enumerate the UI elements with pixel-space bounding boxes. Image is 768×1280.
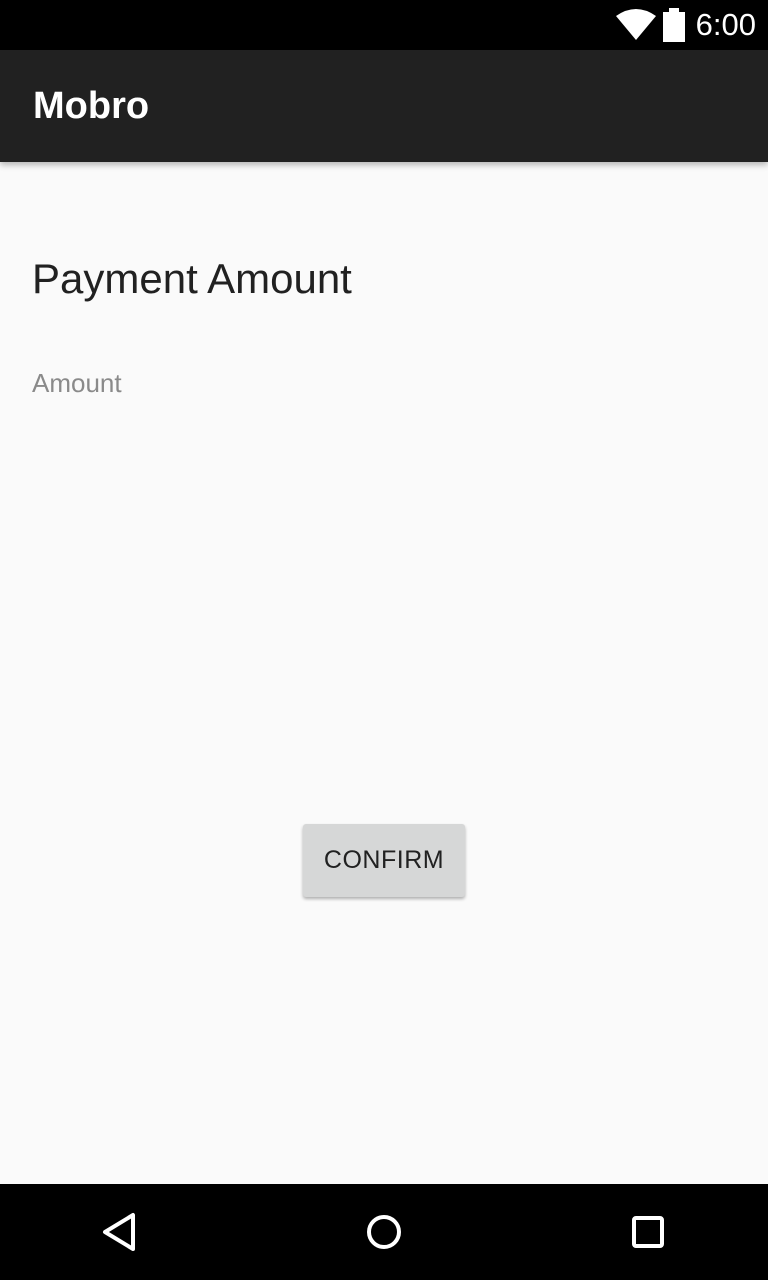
main-content: Payment Amount CONFIRM	[0, 162, 768, 1184]
screen: 6:00 Mobro Payment Amount CONFIRM	[0, 0, 768, 1280]
status-bar: 6:00	[0, 0, 768, 50]
confirm-button[interactable]: CONFIRM	[303, 824, 465, 897]
page-title: Payment Amount	[32, 255, 352, 302]
navigation-bar	[0, 1184, 768, 1280]
wifi-icon	[616, 9, 656, 40]
amount-field[interactable]	[32, 358, 736, 408]
recents-icon[interactable]	[624, 1208, 672, 1256]
app-bar: Mobro	[0, 50, 768, 162]
app-title: Mobro	[33, 85, 150, 127]
battery-icon	[663, 8, 685, 42]
status-time: 6:00	[695, 7, 756, 42]
back-icon[interactable]	[96, 1208, 144, 1256]
home-icon[interactable]	[360, 1208, 408, 1256]
